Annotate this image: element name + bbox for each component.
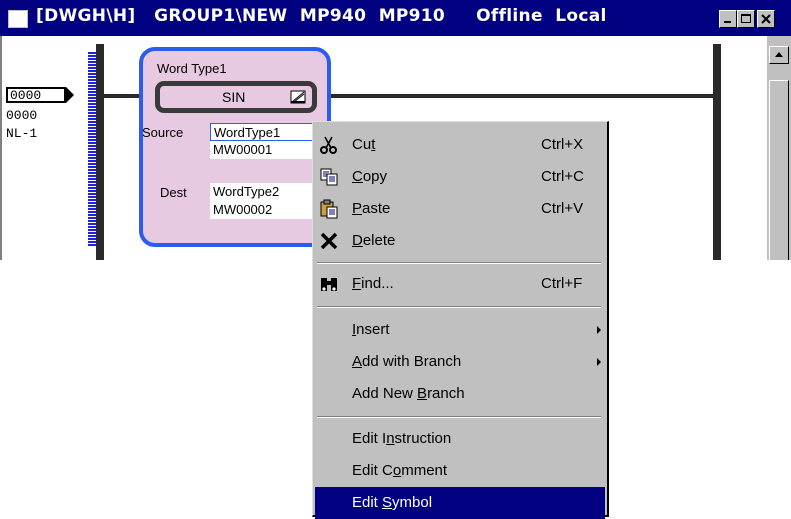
menu-shortcut: Ctrl+F xyxy=(541,275,583,292)
menu-item-cut[interactable]: Cut Ctrl+X xyxy=(315,129,605,161)
submenu-arrow-icon xyxy=(597,358,601,366)
source-type-field[interactable]: WordType1 xyxy=(210,123,316,141)
scroll-thumb[interactable] xyxy=(769,80,789,260)
menu-label: Add with Branch xyxy=(352,353,462,370)
minimize-button[interactable] xyxy=(719,10,737,28)
maximize-icon xyxy=(741,14,751,23)
menu-label: Add New Branch xyxy=(352,385,465,402)
operator-box[interactable]: SIN xyxy=(155,81,317,113)
vertical-scrollbar[interactable] xyxy=(767,36,791,260)
maximize-button[interactable] xyxy=(737,10,755,28)
menu-label: Delete xyxy=(352,232,396,249)
dest-register-field[interactable]: MW00002 xyxy=(210,201,316,219)
rung-number: 0000 xyxy=(10,88,42,103)
dest-type-field[interactable]: WordType2 xyxy=(210,183,316,201)
rung-arrow-icon xyxy=(66,87,74,103)
delete-x-icon xyxy=(320,232,338,250)
power-bus-marker xyxy=(88,52,96,246)
window-title: [DWGH\H] GROUP1\NEW MP940 MP910 Offline … xyxy=(36,6,607,26)
binoculars-icon xyxy=(321,278,337,291)
menu-label: Edit Symbol xyxy=(352,494,433,511)
menu-separator xyxy=(317,262,601,264)
paste-icon xyxy=(320,199,338,219)
nest-level-label: NL-1 xyxy=(6,126,38,141)
copy-icon xyxy=(320,168,338,186)
right-power-rail xyxy=(713,44,721,260)
menu-item-edit-comment[interactable]: Edit Comment xyxy=(315,455,605,487)
source-label: Source xyxy=(142,125,184,140)
menu-label: Edit Instruction xyxy=(352,430,452,447)
menu-item-insert[interactable]: Insert xyxy=(315,314,605,346)
context-menu: Cut Ctrl+X Copy Ctrl+C Paste Ctrl+V Dele… xyxy=(312,121,609,519)
title-bar[interactable]: [DWGH\H] GROUP1\NEW MP940 MP910 Offline … xyxy=(0,0,791,36)
submenu-arrow-icon xyxy=(597,326,601,334)
left-power-rail xyxy=(96,44,104,260)
block-edit-icon[interactable] xyxy=(290,89,306,105)
menu-item-edit-instruction[interactable]: Edit Instruction xyxy=(315,423,605,455)
menu-label: Paste xyxy=(352,200,391,217)
rung-number-marker[interactable]: 0000 xyxy=(6,87,66,103)
operator-label: SIN xyxy=(222,89,246,105)
menu-item-paste[interactable]: Paste Ctrl+V xyxy=(315,193,605,225)
menu-item-find[interactable]: Find... Ctrl+F xyxy=(315,268,605,300)
menu-separator xyxy=(317,306,601,308)
block-title: Word Type1 xyxy=(157,61,227,76)
menu-item-edit-symbol[interactable]: Edit Symbol xyxy=(315,487,605,519)
menu-item-add-with-branch[interactable]: Add with Branch xyxy=(315,346,605,378)
close-icon xyxy=(761,14,771,24)
menu-label: Find... xyxy=(352,275,394,292)
menu-item-delete[interactable]: Delete xyxy=(315,225,605,257)
scroll-up-button[interactable] xyxy=(769,46,789,64)
menu-label: Insert xyxy=(352,321,390,338)
menu-shortcut: Ctrl+V xyxy=(541,200,584,217)
step-number: 0000 xyxy=(6,108,38,123)
menu-label: Cut xyxy=(352,136,376,153)
close-button[interactable] xyxy=(757,10,775,28)
window-icon xyxy=(8,10,28,28)
scroll-up-arrow-icon xyxy=(775,52,783,57)
menu-label: Copy xyxy=(352,168,388,185)
menu-shortcut: Ctrl+C xyxy=(541,168,584,185)
instruction-block[interactable]: Word Type1 SIN Source WordType1 MW00001 … xyxy=(139,47,331,247)
menu-item-copy[interactable]: Copy Ctrl+C xyxy=(315,161,605,193)
menu-label: Edit Comment xyxy=(352,462,448,479)
menu-shortcut: Ctrl+X xyxy=(541,136,584,153)
minimize-icon xyxy=(724,21,731,23)
source-register-field[interactable]: MW00001 xyxy=(210,141,316,159)
menu-separator xyxy=(317,416,601,418)
dest-label: Dest xyxy=(160,185,187,200)
rung-wire-right xyxy=(316,94,716,98)
scissors-icon xyxy=(320,136,337,154)
menu-item-add-new-branch[interactable]: Add New Branch xyxy=(315,378,605,410)
